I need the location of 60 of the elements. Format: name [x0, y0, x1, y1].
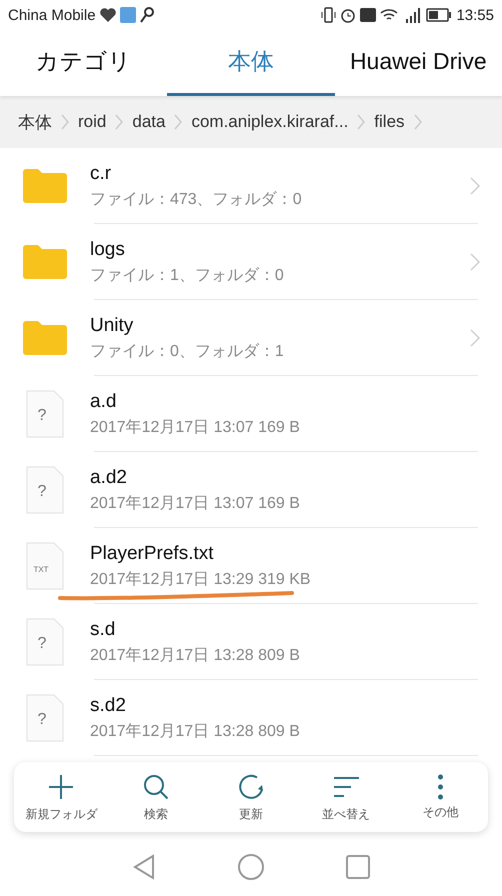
file-name: logs: [90, 238, 126, 260]
chevron-icon: [412, 112, 423, 132]
more-icon: [438, 774, 444, 800]
file-detail: 2017年12月17日 13:07 169 B: [90, 418, 301, 438]
breadcrumb-item[interactable]: 本体: [18, 110, 52, 134]
toolbar-button[interactable]: 並べ替え: [298, 762, 394, 832]
chevron-icon: [356, 112, 366, 132]
breadcrumb-item[interactable]: data: [132, 112, 166, 132]
file-row[interactable]: ? a.d2 2017年12月17日 13:07 169 B: [0, 452, 502, 528]
file-name: Unity: [90, 314, 134, 336]
chevron-icon: [173, 112, 184, 132]
file-row[interactable]: ? a.d 2017年12月17日 13:07 169 B: [0, 376, 502, 452]
toolbar-button[interactable]: 更新: [204, 762, 298, 832]
folder-icon: [23, 169, 67, 203]
file-detail: ファイル：0、フォルダ：1: [90, 342, 285, 362]
file-name: a.d: [90, 390, 118, 412]
file-detail: 2017年12月17日 13:28 809 B: [90, 722, 301, 742]
toolbar-button[interactable]: 検索: [108, 762, 204, 832]
file-name: s.d2: [90, 694, 127, 716]
app-notification-icon: [120, 7, 136, 23]
toolbar-button[interactable]: 新規フォルダ: [14, 762, 109, 832]
file-name: a.d2: [90, 466, 128, 488]
tab[interactable]: カテゴリ: [0, 30, 168, 96]
file-detail: 2017年12月17日 13:28 809 B: [90, 646, 301, 666]
file-row[interactable]: ? s.d2 2017年12月17日 13:28 809 B: [0, 680, 502, 756]
breadcrumb-item[interactable]: com.aniplex.kiraraf...: [191, 112, 348, 132]
file-row[interactable]: ? s.d 2017年12月17日 13:28 809 B: [0, 604, 502, 680]
file-detail: 2017年12月17日 13:29 319 KB: [90, 570, 312, 590]
chevron-icon: [114, 112, 124, 132]
clock-time: 13:55: [456, 6, 494, 24]
unknown-file-icon: ?: [26, 618, 64, 666]
file-detail: 2017年12月17日 13:07 169 B: [90, 494, 301, 514]
heart-icon: [100, 8, 116, 22]
file-row[interactable]: logs ファイル：1、フォルダ：0: [0, 224, 502, 300]
folder-icon: [23, 321, 67, 355]
file-row[interactable]: TXT PlayerPrefs.txt 2017年12月17日 13:29 319 KB: [0, 528, 502, 604]
folder-icon: [23, 245, 67, 279]
file-name: c.r: [90, 162, 112, 184]
key-icon: [140, 7, 154, 23]
alarm-icon: [340, 7, 356, 23]
battery-icon: [426, 8, 452, 22]
file-name: s.d: [90, 618, 116, 640]
home-icon[interactable]: [236, 852, 266, 882]
file-row[interactable]: c.r ファイル：473、フォルダ：0: [0, 148, 502, 224]
vibrate-icon: [320, 7, 336, 23]
carrier-name: China Mobile: [8, 6, 96, 24]
wifi-icon: [380, 8, 398, 22]
file-row[interactable]: Unity ファイル：0、フォルダ：1: [0, 300, 502, 376]
toolbar-button[interactable]: その他: [393, 762, 488, 832]
breadcrumb-item[interactable]: files: [374, 112, 405, 132]
file-name: PlayerPrefs.txt: [90, 542, 215, 564]
chevron-icon: [60, 112, 70, 132]
unknown-file-icon: ?: [26, 390, 64, 438]
tab[interactable]: Huawei Drive: [334, 30, 502, 96]
file-detail: ファイル：1、フォルダ：0: [90, 266, 285, 286]
unknown-file-icon: ?: [26, 466, 64, 514]
breadcrumb-item[interactable]: roid: [78, 112, 106, 132]
unknown-file-icon: ?: [26, 694, 64, 742]
file-detail: ファイル：473、フォルダ：0: [90, 190, 303, 210]
text-file-icon: TXT: [26, 542, 64, 590]
